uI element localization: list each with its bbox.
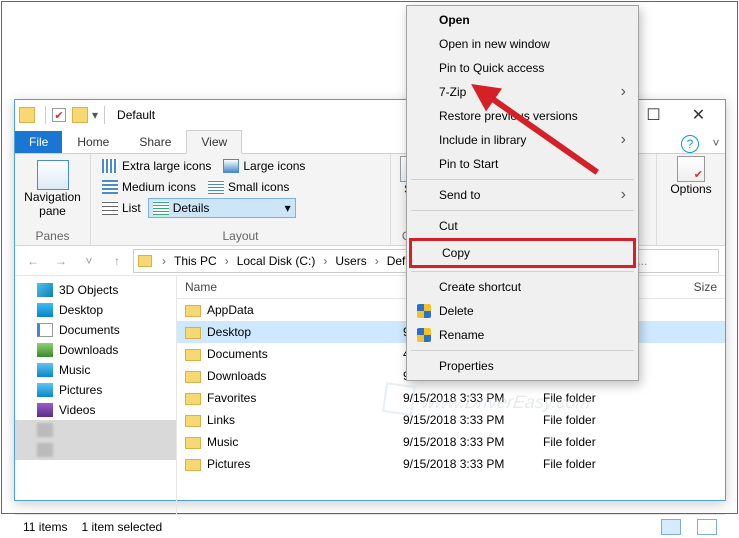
forward-button[interactable]: → <box>49 249 73 273</box>
small-icons-button[interactable]: Small icons <box>203 177 294 197</box>
window-title: Default <box>117 108 155 122</box>
extra-large-icons-button[interactable]: Extra large icons <box>97 156 216 176</box>
tree-item[interactable]: Desktop <box>15 300 176 320</box>
file-row[interactable]: Links9/15/2018 3:33 PMFile folder <box>177 409 725 431</box>
menu-delete[interactable]: Delete <box>409 299 636 323</box>
menu-open-in-new-window[interactable]: Open in new window <box>409 32 636 56</box>
tree-item[interactable]: Videos <box>15 400 176 420</box>
navigation-tree[interactable]: 3D ObjectsDesktopDocumentsDownloadsMusic… <box>15 276 177 514</box>
context-menu: OpenOpen in new windowPin to Quick acces… <box>406 5 639 381</box>
tree-item[interactable] <box>15 420 176 440</box>
recent-button[interactable]: ˅ <box>77 249 101 273</box>
folder-icon <box>185 305 201 317</box>
blur-icon <box>37 443 53 457</box>
menu-send-to[interactable]: Send to <box>409 183 636 207</box>
tab-view[interactable]: View <box>186 130 242 154</box>
menu-7-zip[interactable]: 7-Zip <box>409 80 636 104</box>
up-button[interactable]: ↑ <box>105 249 129 273</box>
menu-cut[interactable]: Cut <box>409 214 636 238</box>
layout-group-label: Layout <box>97 227 384 245</box>
vid-icon <box>37 403 53 417</box>
item-count: 11 items <box>23 520 67 534</box>
blur-icon <box>37 423 53 437</box>
panes-group-label: Panes <box>21 227 84 245</box>
file-tab[interactable]: File <box>15 131 62 153</box>
folder-icon <box>19 107 35 123</box>
folder-icon <box>185 327 201 339</box>
tree-item[interactable]: Downloads <box>15 340 176 360</box>
menu-create-shortcut[interactable]: Create shortcut <box>409 275 636 299</box>
dl-icon <box>37 343 53 357</box>
tab-home[interactable]: Home <box>62 130 124 153</box>
desk-icon <box>37 303 53 317</box>
list-view-button[interactable]: List <box>97 198 146 218</box>
details-view-button[interactable]: Details▾ <box>148 198 296 218</box>
ribbon-collapse-icon[interactable]: ˅ <box>707 133 725 153</box>
tab-share[interactable]: Share <box>124 130 186 153</box>
menu-open[interactable]: Open <box>409 8 636 32</box>
folder-icon <box>72 107 88 123</box>
folder-icon <box>185 371 201 383</box>
tree-item[interactable]: 3D Objects <box>15 280 176 300</box>
folder-icon <box>185 349 201 361</box>
mus-icon <box>37 363 53 377</box>
shield-icon <box>417 328 431 342</box>
qat-check-icon[interactable]: ✔ <box>52 108 66 122</box>
folder-icon <box>138 255 152 267</box>
obj3d-icon <box>37 283 53 297</box>
pic-icon <box>37 383 53 397</box>
menu-copy[interactable]: Copy <box>409 238 636 268</box>
breadcrumb[interactable]: Users <box>331 254 370 268</box>
file-row[interactable]: Pictures9/15/2018 3:33 PMFile folder <box>177 453 725 475</box>
thumbnails-view-icon[interactable] <box>697 519 717 535</box>
medium-icons-button[interactable]: Medium icons <box>97 177 201 197</box>
options-button[interactable]: ✔ Options <box>663 156 719 196</box>
menu-restore-previous-versions[interactable]: Restore previous versions <box>409 104 636 128</box>
menu-pin-to-start[interactable]: Pin to Start <box>409 152 636 176</box>
navigation-pane-button[interactable]: Navigation pane <box>21 156 84 222</box>
close-button[interactable]: ✕ <box>676 101 721 129</box>
status-bar: 11 items 1 item selected <box>15 514 725 538</box>
selection-count: 1 item selected <box>81 520 162 534</box>
tree-item[interactable]: Documents <box>15 320 176 340</box>
back-button[interactable]: ← <box>21 249 45 273</box>
folder-icon <box>185 415 201 427</box>
breadcrumb[interactable]: This PC <box>170 254 221 268</box>
large-icons-button[interactable]: Large icons <box>218 156 310 176</box>
breadcrumb[interactable]: Local Disk (C:) <box>233 254 320 268</box>
help-icon[interactable]: ? <box>681 135 699 153</box>
menu-rename[interactable]: Rename <box>409 323 636 347</box>
menu-properties[interactable]: Properties <box>409 354 636 378</box>
file-row[interactable]: Music9/15/2018 3:33 PMFile folder <box>177 431 725 453</box>
folder-icon <box>185 393 201 405</box>
folder-icon <box>185 459 201 471</box>
menu-pin-to-quick-access[interactable]: Pin to Quick access <box>409 56 636 80</box>
menu-include-in-library[interactable]: Include in library <box>409 128 636 152</box>
file-row[interactable]: Favorites9/15/2018 3:33 PMFile folder <box>177 387 725 409</box>
tree-item[interactable]: Pictures <box>15 380 176 400</box>
column-name[interactable]: Name <box>177 276 395 298</box>
doc-icon <box>37 323 53 337</box>
tree-item[interactable] <box>15 440 176 460</box>
tree-item[interactable]: Music <box>15 360 176 380</box>
folder-icon <box>185 437 201 449</box>
column-size[interactable]: Size <box>635 276 725 298</box>
details-view-icon[interactable] <box>661 519 681 535</box>
shield-icon <box>417 304 431 318</box>
